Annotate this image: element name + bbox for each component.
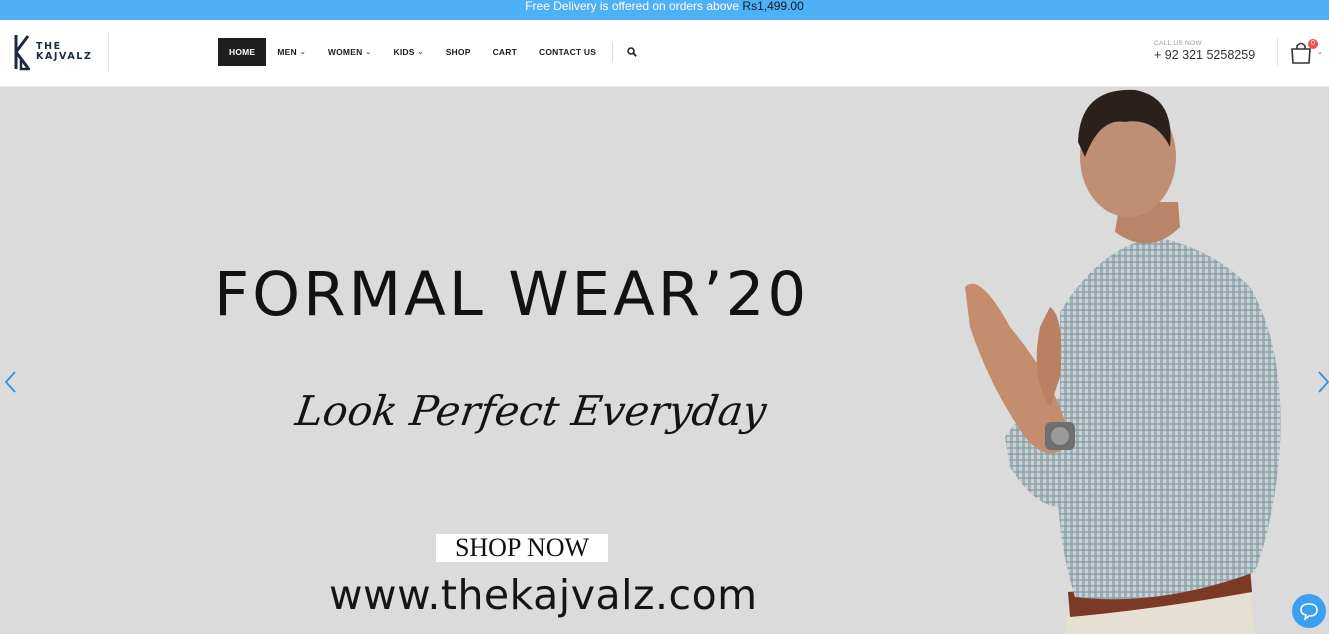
call-us: CALL US NOW + 92 321 5258259: [1154, 40, 1255, 62]
main-nav: HOME MEN ⌄ WOMEN ⌄ KIDS ⌄ SHOP CART CONTACT…: [218, 38, 645, 66]
nav-label: CART: [492, 47, 517, 57]
logo-text: THE KAJVALZ: [36, 42, 92, 62]
chat-bubble-icon: [1300, 603, 1318, 620]
nav-label: SHOP: [445, 47, 471, 57]
slider-next-arrow-icon[interactable]: [1314, 370, 1329, 394]
announcement-amount: Rs1,499.00: [742, 0, 804, 13]
nav-item-cart[interactable]: CART: [482, 38, 528, 66]
nav-label: WOMEN: [327, 47, 363, 57]
announcement-bar: Free Delivery is offered on orders above…: [0, 0, 1329, 20]
chevron-down-icon: ⌄: [299, 49, 306, 56]
hero-model-image: [965, 89, 1281, 634]
nav-label: CONTACT US: [539, 47, 597, 57]
hero-slider: FORMAL WEAR’20 Look Perfect Everyday SHO…: [0, 87, 1329, 634]
call-us-label: CALL US NOW: [1154, 40, 1202, 47]
logo-line-2: KAJVALZ: [36, 51, 93, 62]
announcement-text: Free Delivery is offered on orders above: [525, 0, 743, 13]
nav-item-shop[interactable]: SHOP: [435, 38, 482, 66]
nav-item-contact-us[interactable]: CONTACT US: [528, 38, 607, 66]
nav-item-kids[interactable]: KIDS ⌄: [383, 38, 435, 66]
nav-label: HOME: [229, 47, 256, 57]
hero-title: FORMAL WEAR’20: [214, 259, 810, 330]
shop-now-button[interactable]: SHOP NOW: [436, 534, 608, 562]
hero-website: www.thekajvalz.com: [329, 571, 758, 619]
site-logo[interactable]: THE KAJVALZ: [13, 32, 109, 72]
search-icon: [627, 47, 637, 57]
cart-button[interactable]: 0 ⌄: [1290, 37, 1324, 67]
nav-item-home[interactable]: HOME: [218, 38, 267, 66]
phone-number[interactable]: + 92 321 5258259: [1154, 48, 1255, 62]
nav-label: MEN: [277, 47, 297, 57]
slider-prev-arrow-icon[interactable]: [2, 370, 20, 394]
nav-divider: [612, 43, 614, 61]
search-button[interactable]: [619, 38, 645, 66]
nav-label: KIDS: [393, 47, 415, 57]
hero-tagline: Look Perfect Everyday: [292, 387, 770, 435]
chat-button[interactable]: [1292, 594, 1326, 628]
chevron-down-icon: ⌄: [1317, 49, 1323, 56]
logo-mark-icon: [14, 35, 30, 71]
chevron-down-icon: ⌄: [365, 49, 372, 56]
site-header: THE KAJVALZ HOME MEN ⌄ WOMEN ⌄ KIDS ⌄ SHOP …: [0, 20, 1329, 87]
cart-divider: [1277, 38, 1278, 66]
chevron-down-icon: ⌄: [417, 49, 424, 56]
nav-item-women[interactable]: WOMEN ⌄: [317, 38, 383, 66]
nav-item-men[interactable]: MEN ⌄: [266, 38, 317, 66]
